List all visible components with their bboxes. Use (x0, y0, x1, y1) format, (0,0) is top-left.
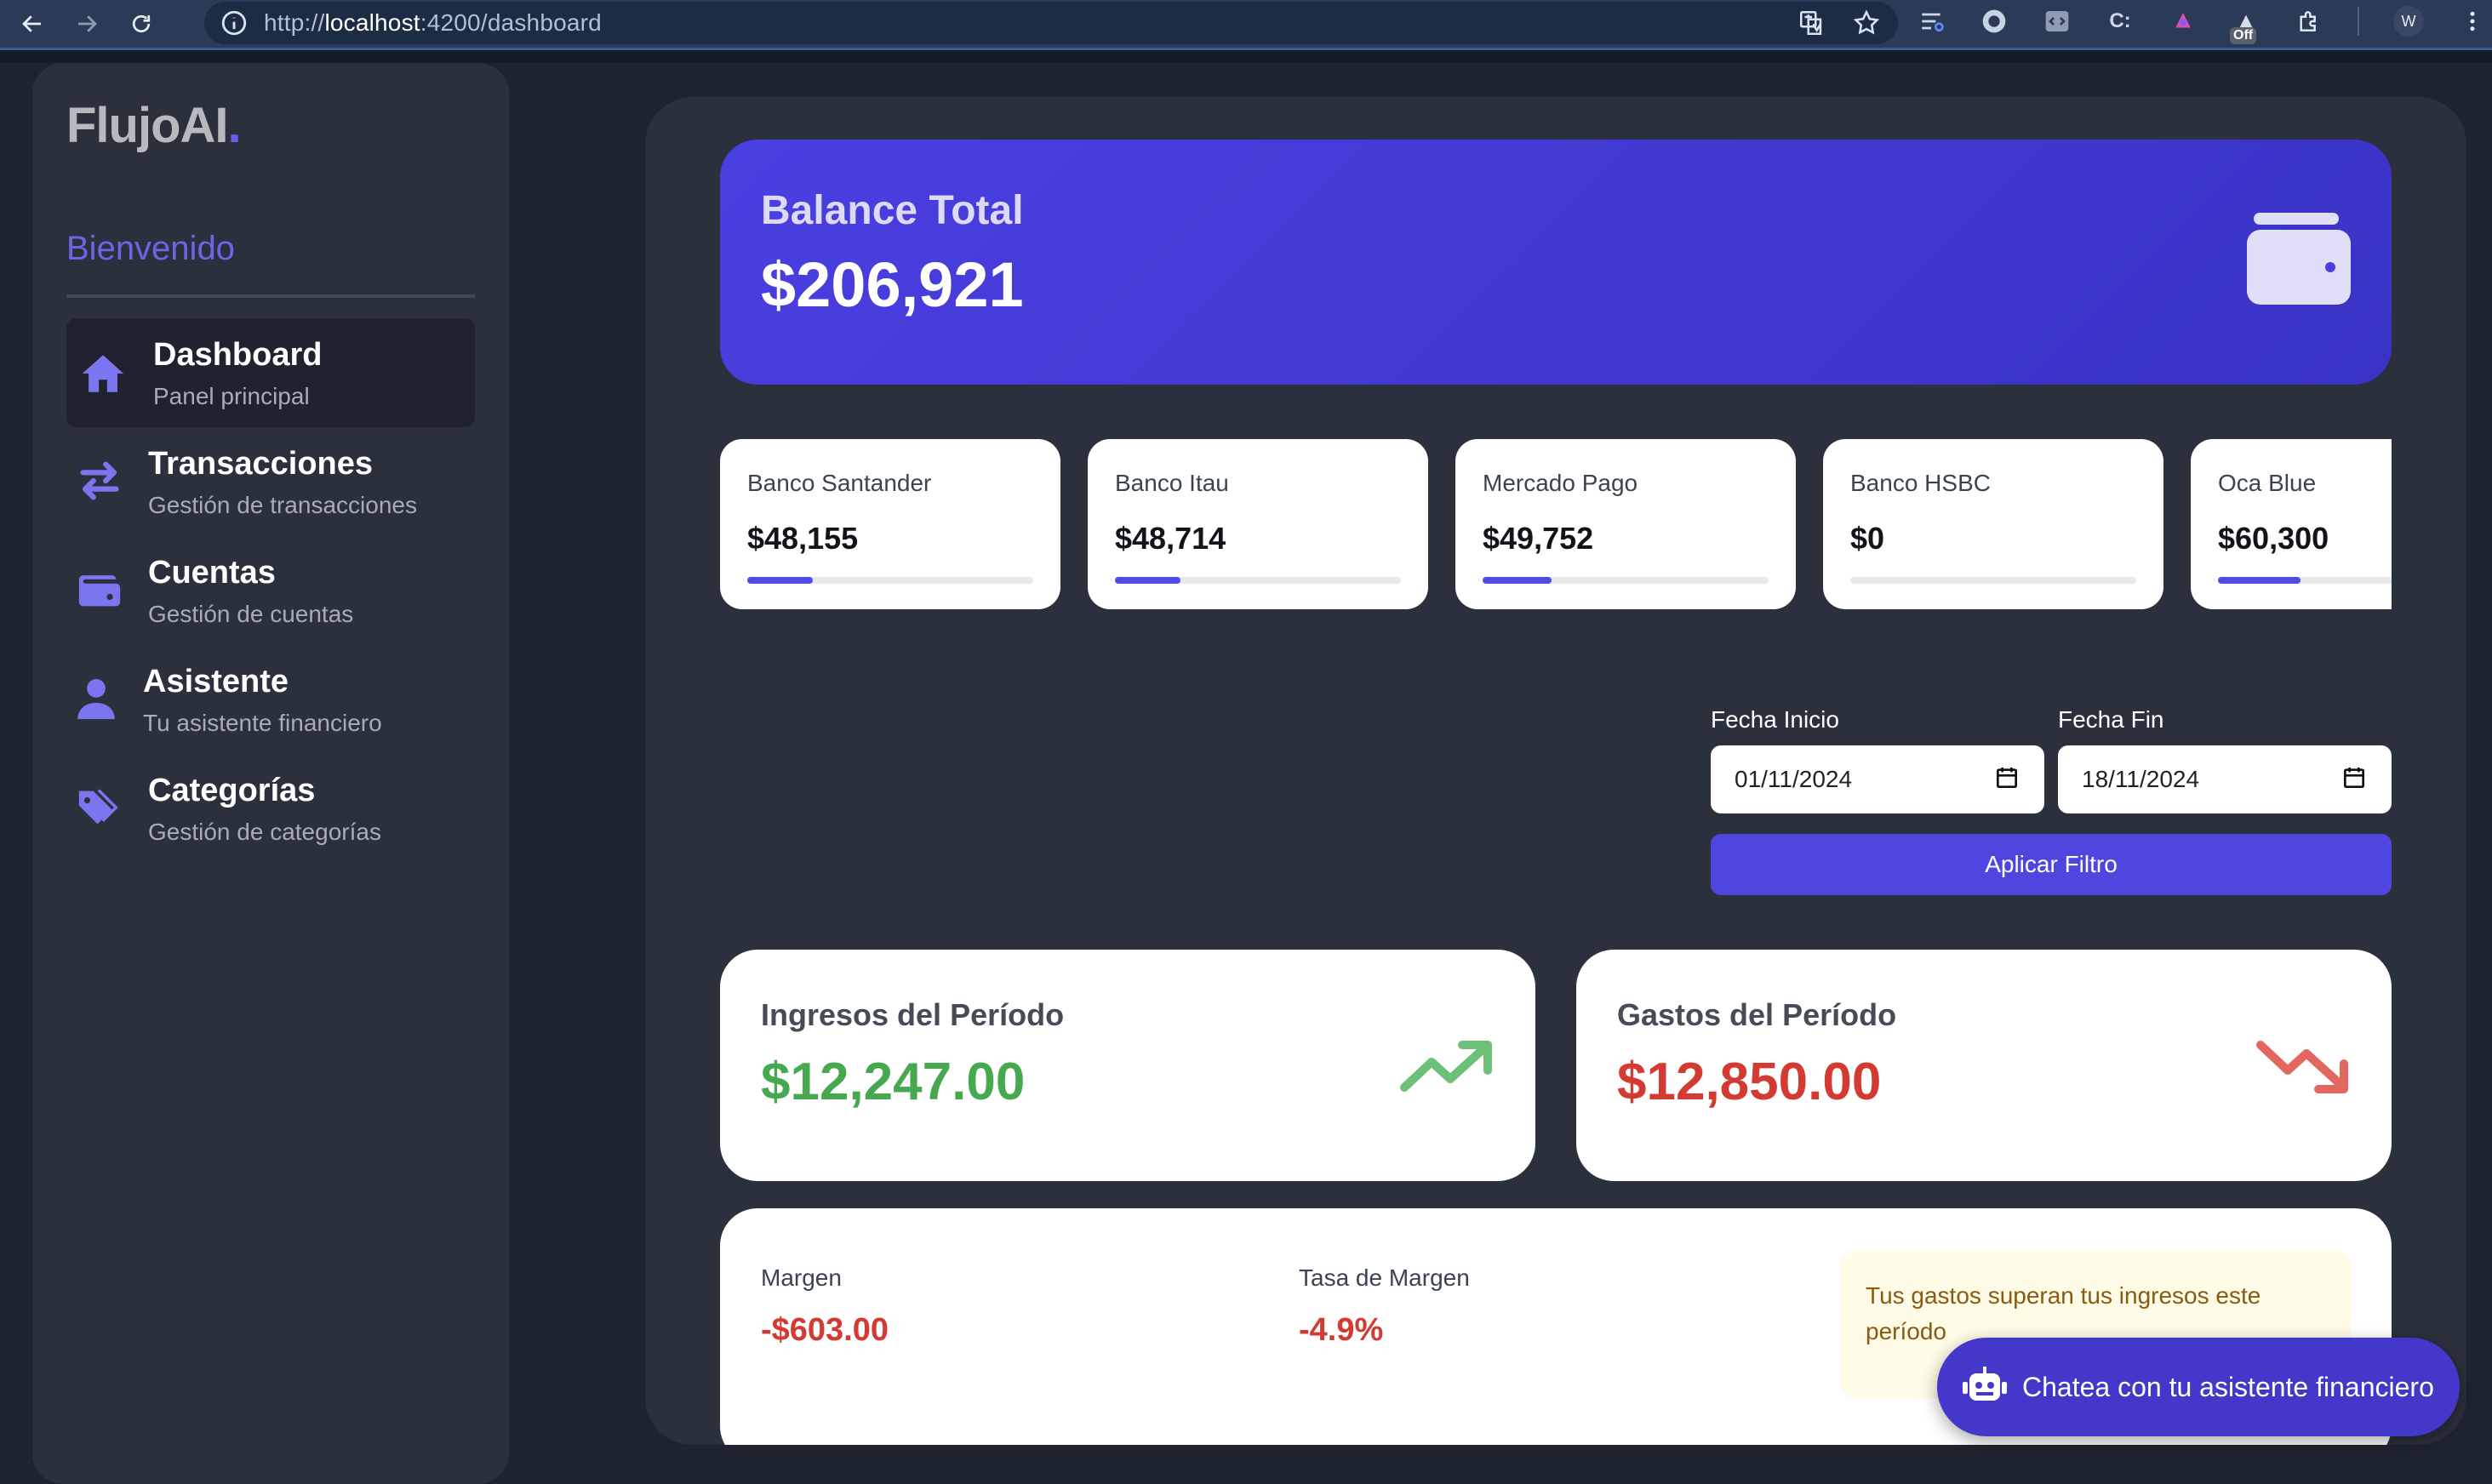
account-balance: $49,752 (1483, 521, 1594, 556)
sidebar-item-dashboard[interactable]: Dashboard Panel principal (66, 318, 475, 427)
calendar-icon[interactable] (2341, 764, 2368, 791)
toolbar-bottom-border (0, 48, 2492, 63)
end-date-input[interactable]: 18/11/2024 (2058, 745, 2392, 813)
welcome-text: Bienvenido (66, 230, 235, 267)
account-card[interactable]: Oca Blue $60,300 (2191, 439, 2392, 609)
arrow-left-icon (22, 15, 41, 32)
account-balance: $48,714 (1115, 521, 1226, 556)
sidebar-item-title: Cuentas (148, 555, 276, 591)
wallet-icon (78, 575, 121, 607)
sidebar-divider (66, 294, 475, 298)
account-card[interactable]: Banco Itau $48,714 (1088, 439, 1428, 609)
account-card[interactable]: Banco Santander $48,155 (720, 439, 1060, 609)
account-progress-bar (747, 577, 1033, 584)
app-logo[interactable]: FlujoAI. (66, 97, 242, 154)
account-progress-bar (1483, 577, 1769, 584)
robot-icon (1963, 1367, 2007, 1401)
trending-up-icon (1400, 1041, 1492, 1092)
account-name: Mercado Pago (1483, 470, 1638, 496)
wallet-icon (2247, 213, 2351, 305)
income-label: Ingresos del Período (761, 997, 1065, 1032)
extension-code-icon[interactable] (2043, 5, 2072, 37)
extension-lines-icon[interactable] (1917, 5, 1946, 37)
site-info-icon[interactable] (220, 9, 249, 37)
chat-button-label: Chatea con tu asistente financiero (2022, 1371, 2434, 1402)
accounts-carousel[interactable]: Banco Santander $48,155 Banco Itau $48,7… (720, 439, 2392, 609)
user-icon (77, 679, 115, 720)
account-balance: $48,155 (747, 521, 859, 556)
toolbar-separator (2358, 7, 2359, 36)
chat-assistant-button[interactable]: Chatea con tu asistente financiero (1937, 1338, 2460, 1436)
sidebar-item-asistente[interactable]: Asistente Tu asistente financiero (66, 645, 475, 754)
arrow-right-icon (78, 15, 97, 32)
address-bar[interactable]: http://localhost:4200/dashboard (204, 2, 1898, 44)
account-progress-bar (1115, 577, 1401, 584)
sidebar-item-transacciones[interactable]: Transacciones Gestión de transacciones (66, 427, 475, 536)
balance-value: $206,921 (761, 249, 1024, 320)
account-name: Banco Santander (747, 470, 932, 496)
sidebar-item-subtitle: Gestión de cuentas (148, 601, 354, 627)
calendar-icon[interactable] (1993, 764, 2020, 791)
back-button[interactable] (10, 2, 54, 46)
bookmark-star-icon[interactable] (1852, 9, 1881, 37)
margin-label: Margen (761, 1264, 842, 1291)
end-date-value: 18/11/2024 (2082, 766, 2200, 792)
reload-button[interactable] (119, 2, 163, 46)
extension-pink-icon[interactable] (2169, 5, 2198, 37)
browser-menu-icon[interactable] (2458, 5, 2487, 37)
account-balance: $0 (1850, 521, 1885, 556)
balance-label: Balance Total (761, 188, 1024, 233)
sidebar-item-subtitle: Tu asistente financiero (143, 710, 382, 736)
translate-icon[interactable] (1798, 9, 1826, 37)
sidebar-item-title: Categorías (148, 773, 316, 808)
home-icon (82, 355, 124, 392)
income-value: $12,247.00 (761, 1053, 1026, 1111)
profile-avatar[interactable]: W (2393, 6, 2424, 37)
forward-button[interactable] (65, 2, 109, 46)
extension-c-icon[interactable]: C: (2106, 5, 2135, 37)
account-card[interactable]: Banco HSBC $0 (1823, 439, 2163, 609)
margin-rate-label: Tasa de Margen (1299, 1264, 1470, 1291)
dashboard-panel: Balance Total $206,921 Banco Santander $… (645, 97, 2466, 1445)
sidebar: FlujoAI. Bienvenido Dashboard Panel prin… (32, 63, 509, 1484)
trending-down-icon (2256, 1041, 2348, 1093)
tags-icon (78, 789, 118, 825)
margin-value: -$603.00 (761, 1312, 889, 1348)
account-card[interactable]: Mercado Pago $49,752 (1455, 439, 1796, 609)
balance-total-card: Balance Total $206,921 (720, 140, 2392, 385)
start-date-label: Fecha Inicio (1711, 706, 1839, 733)
start-date-input[interactable]: 01/11/2024 (1711, 745, 2044, 813)
browser-toolbar: http://localhost:4200/dashboard C: Off W (0, 0, 2492, 48)
url-text: http://localhost:4200/dashboard (264, 9, 602, 36)
sidebar-item-subtitle: Panel principal (153, 383, 310, 409)
sidebar-item-title: Dashboard (153, 337, 323, 373)
account-name: Oca Blue (2218, 470, 2317, 496)
sidebar-item-title: Transacciones (148, 446, 374, 482)
extension-circle-icon[interactable] (1980, 5, 2009, 37)
expenses-card: Gastos del Período $12,850.00 (1576, 950, 2392, 1181)
sidebar-item-subtitle: Gestión de transacciones (148, 492, 417, 518)
margin-rate-value: -4.9% (1299, 1312, 1384, 1348)
account-balance: $60,300 (2218, 521, 2329, 556)
sidebar-item-subtitle: Gestión de categorías (148, 819, 381, 845)
reload-icon (132, 14, 151, 33)
income-card: Ingresos del Período $12,247.00 (720, 950, 1535, 1181)
extension-off-icon[interactable]: Off (2230, 5, 2261, 44)
end-date-label: Fecha Fin (2058, 706, 2164, 733)
off-badge: Off (2230, 27, 2257, 44)
account-progress-bar (2218, 577, 2392, 584)
expenses-value: $12,850.00 (1617, 1053, 1882, 1111)
extensions-puzzle-icon[interactable] (2295, 5, 2323, 37)
start-date-value: 01/11/2024 (1735, 766, 1853, 792)
account-name: Banco HSBC (1850, 470, 1991, 496)
expenses-label: Gastos del Período (1617, 997, 1897, 1032)
account-name: Banco Itau (1115, 470, 1229, 496)
sidebar-item-categorias[interactable]: Categorías Gestión de categorías (66, 754, 475, 863)
sidebar-item-title: Asistente (143, 664, 289, 699)
swap-arrows-icon (80, 461, 119, 500)
sidebar-item-cuentas[interactable]: Cuentas Gestión de cuentas (66, 536, 475, 645)
account-progress-bar (1850, 577, 2136, 584)
apply-filter-button[interactable]: Aplicar Filtro (1711, 834, 2392, 895)
